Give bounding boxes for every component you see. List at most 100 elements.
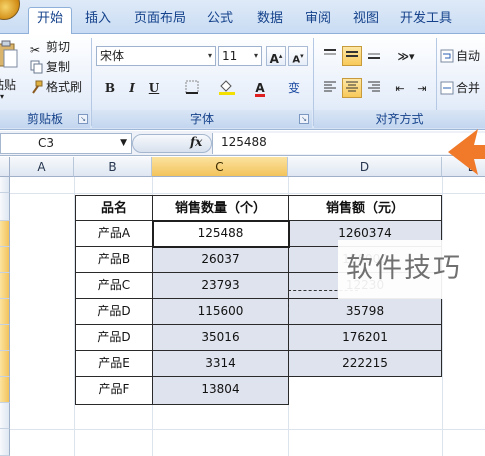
align-top-icon bbox=[324, 49, 336, 55]
grow-font-button[interactable]: A▴ bbox=[266, 46, 286, 66]
select-all-corner[interactable] bbox=[0, 157, 10, 177]
italic-button[interactable]: I bbox=[122, 78, 142, 98]
align-bottom-button[interactable] bbox=[364, 46, 384, 66]
table-cell-name[interactable]: 产品D bbox=[75, 299, 153, 325]
increase-indent-icon: ⇥ bbox=[417, 82, 427, 95]
scissors-icon: ✂ bbox=[30, 43, 41, 57]
borders-icon bbox=[185, 80, 199, 94]
wrap-text-button[interactable]: 自动 bbox=[440, 46, 480, 66]
ribbon: 粘贴 ▾ ✂剪切 复制 格式刷 剪贴板 ↘ 宋体 ▾ 11 ▾ A▴ A▾ B … bbox=[0, 34, 485, 130]
grow-font-icon: A bbox=[269, 52, 279, 66]
gridline bbox=[10, 429, 485, 430]
row-header[interactable] bbox=[0, 403, 10, 429]
align-left-icon bbox=[324, 81, 336, 92]
paste-label: 粘贴 bbox=[0, 78, 17, 92]
table-cell-quantity[interactable]: 115600 bbox=[153, 299, 289, 325]
tab-insert[interactable]: 插入 bbox=[78, 8, 118, 34]
column-header-b[interactable]: B bbox=[74, 157, 152, 177]
row-header[interactable] bbox=[0, 273, 10, 299]
format-painter-button[interactable]: 格式刷 bbox=[30, 77, 82, 97]
table-cell-quantity[interactable]: 23793 bbox=[153, 273, 289, 299]
merge-center-button[interactable]: 合并 bbox=[440, 78, 480, 98]
row-header[interactable] bbox=[0, 429, 10, 456]
row-header[interactable] bbox=[0, 247, 10, 273]
table-cell-quantity[interactable]: 125488 bbox=[153, 221, 289, 247]
font-size-combo[interactable]: 11 ▾ bbox=[218, 46, 262, 66]
bold-button[interactable]: B bbox=[100, 78, 120, 98]
ribbon-tab-bar: 开始 插入 页面布局 公式 数据 审阅 视图 开发工具 bbox=[0, 0, 485, 35]
insert-function-icon[interactable]: fx bbox=[190, 135, 202, 149]
table-header-cell[interactable]: 销售数量（个） bbox=[153, 195, 289, 221]
column-header-d[interactable]: D bbox=[288, 157, 442, 177]
cut-button[interactable]: ✂ 剪切 bbox=[30, 37, 70, 57]
table-cell-sales[interactable]: 222215 bbox=[289, 351, 442, 377]
table-cell-quantity[interactable]: 26037 bbox=[153, 247, 289, 273]
decrease-indent-button[interactable]: ⇤ bbox=[390, 78, 410, 98]
tab-home[interactable]: 开始 bbox=[28, 7, 72, 35]
table-cell-name[interactable]: 产品F bbox=[75, 377, 153, 405]
gridline bbox=[442, 177, 443, 456]
underline-button[interactable]: U bbox=[144, 78, 164, 98]
table-cell-sales[interactable]: 176201 bbox=[289, 325, 442, 351]
tab-formulas[interactable]: 公式 bbox=[200, 8, 240, 34]
paste-button[interactable]: 粘贴 ▾ bbox=[0, 38, 20, 104]
row-header[interactable] bbox=[0, 351, 10, 377]
name-box[interactable]: C3 ▼ bbox=[0, 133, 132, 154]
tab-view[interactable]: 视图 bbox=[346, 8, 386, 34]
table-cell-name[interactable]: 产品C bbox=[75, 273, 153, 299]
align-top-button[interactable] bbox=[320, 46, 340, 66]
table-cell-quantity[interactable]: 3314 bbox=[153, 351, 289, 377]
merge-center-label: 合并 bbox=[456, 81, 481, 95]
orientation-button[interactable]: ≫▾ bbox=[392, 46, 420, 66]
fill-color-button[interactable] bbox=[212, 78, 242, 98]
align-middle-button[interactable] bbox=[342, 46, 362, 66]
borders-button[interactable] bbox=[178, 78, 206, 98]
align-right-button[interactable] bbox=[364, 78, 384, 98]
alignment-group-label: 对齐方式 bbox=[314, 110, 485, 128]
gridline bbox=[10, 193, 485, 194]
font-color-button[interactable]: A bbox=[246, 78, 274, 98]
table-header-cell[interactable]: 品名 bbox=[75, 195, 153, 221]
align-center-button[interactable] bbox=[342, 78, 362, 98]
row-header[interactable] bbox=[0, 325, 10, 351]
font-name-combo[interactable]: 宋体 ▾ bbox=[96, 46, 216, 66]
tab-data[interactable]: 数据 bbox=[250, 8, 290, 34]
row-header[interactable] bbox=[0, 193, 10, 221]
formula-input[interactable]: 125488 bbox=[212, 133, 485, 154]
shrink-font-icon: A bbox=[292, 54, 301, 66]
row-header[interactable] bbox=[0, 377, 10, 403]
watermark-text: 软件技巧 bbox=[346, 253, 462, 284]
office-button[interactable] bbox=[0, 0, 20, 20]
table-cell-sales[interactable] bbox=[289, 377, 442, 405]
phonetic-button[interactable]: 变 bbox=[280, 78, 308, 98]
table-cell-name[interactable]: 产品A bbox=[75, 221, 153, 247]
row-header[interactable] bbox=[0, 221, 10, 247]
increase-indent-button[interactable]: ⇥ bbox=[412, 78, 432, 98]
wrap-text-label: 自动 bbox=[456, 49, 481, 63]
table-header-cell[interactable]: 销售额（元） bbox=[289, 195, 442, 221]
shrink-font-button[interactable]: A▾ bbox=[288, 46, 308, 66]
column-header-a[interactable]: A bbox=[10, 157, 74, 177]
clipboard-dialog-launcher-icon[interactable]: ↘ bbox=[78, 114, 88, 124]
name-box-value: C3 bbox=[38, 136, 55, 150]
table-cell-quantity[interactable]: 35016 bbox=[153, 325, 289, 351]
table-cell-name[interactable]: 产品B bbox=[75, 247, 153, 273]
align-left-button[interactable] bbox=[320, 78, 340, 98]
table-cell-quantity[interactable]: 13804 bbox=[153, 377, 289, 405]
merge-cells-icon bbox=[440, 81, 454, 95]
table-cell-name[interactable]: 产品D bbox=[75, 325, 153, 351]
row-header[interactable] bbox=[0, 299, 10, 325]
decrease-indent-icon: ⇤ bbox=[395, 82, 405, 95]
table-cell-name[interactable]: 产品E bbox=[75, 351, 153, 377]
font-size-value: 11 bbox=[222, 49, 238, 63]
font-dialog-launcher-icon[interactable]: ↘ bbox=[299, 114, 309, 124]
tab-page-layout[interactable]: 页面布局 bbox=[128, 8, 192, 34]
copy-button[interactable]: 复制 bbox=[30, 57, 70, 77]
row-header[interactable] bbox=[0, 177, 10, 193]
column-header-c[interactable]: C bbox=[152, 157, 288, 177]
chevron-down-icon: ▾ bbox=[0, 92, 5, 101]
copy-label: 复制 bbox=[46, 60, 71, 74]
tab-review[interactable]: 审阅 bbox=[298, 8, 338, 34]
tab-developer[interactable]: 开发工具 bbox=[394, 8, 458, 34]
copy-icon bbox=[30, 60, 44, 74]
